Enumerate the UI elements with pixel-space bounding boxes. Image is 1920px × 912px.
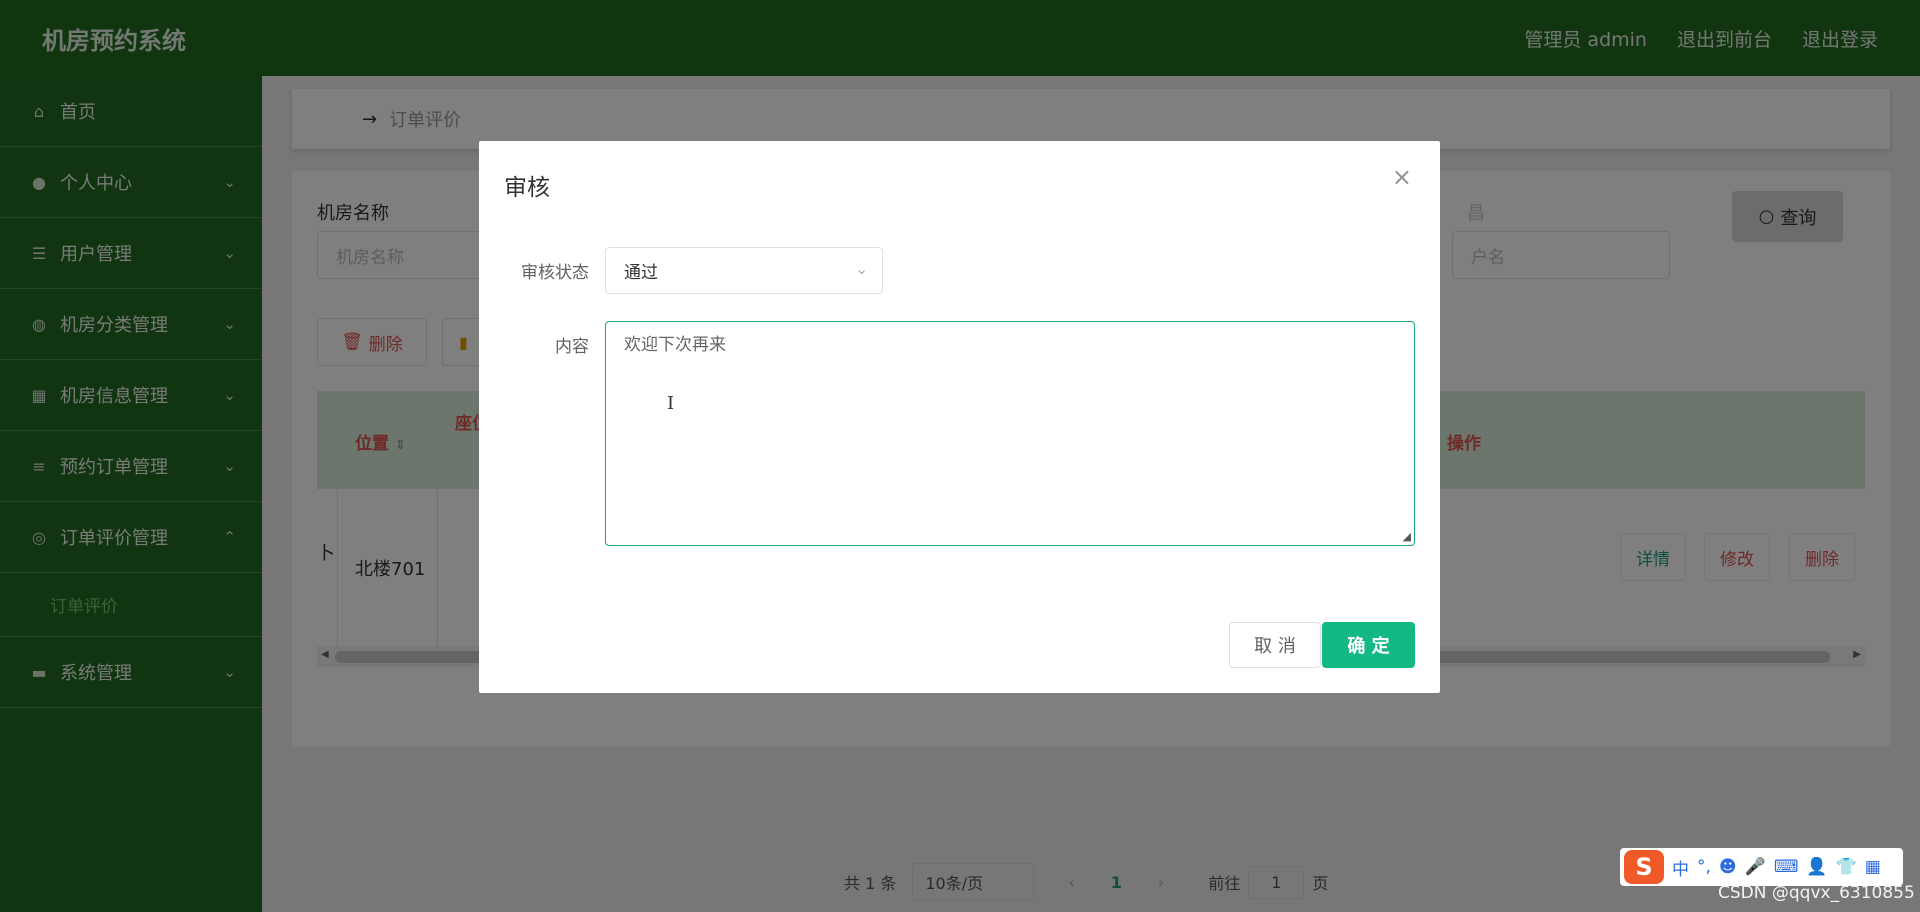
resize-handle-icon[interactable]: ◢ <box>1403 530 1411 543</box>
close-icon[interactable]: × <box>1392 163 1412 191</box>
watermark: CSDN @qqvx_6310855 <box>1718 883 1915 903</box>
review-dialog: 审核 × 审核状态 通过 ⌄ 内容 欢迎下次再来 ◢ I 取 消 确 定 <box>479 141 1440 693</box>
cancel-button[interactable]: 取 消 <box>1229 622 1321 668</box>
dialog-title: 审核 <box>504 175 550 201</box>
text-cursor-icon: I <box>667 393 675 414</box>
confirm-button[interactable]: 确 定 <box>1322 622 1415 668</box>
content-textarea[interactable]: 欢迎下次再来 ◢ <box>605 321 1415 546</box>
ime-toolbar[interactable]: S 中 °, ☻ 🎤 ⌨ 👤 👕 ▦ <box>1620 848 1903 886</box>
sogou-logo-icon[interactable]: S <box>1624 850 1664 884</box>
status-label: 审核状态 <box>521 263 589 283</box>
ime-mode[interactable]: 中 <box>1672 855 1689 880</box>
content-label: 内容 <box>555 337 589 357</box>
user-icon[interactable]: 👤 <box>1806 857 1827 877</box>
microphone-icon[interactable]: 🎤 <box>1745 857 1766 877</box>
chevron-down-icon: ⌄ <box>855 260 868 278</box>
apps-icon[interactable]: ▦ <box>1865 857 1881 877</box>
status-select[interactable]: 通过 ⌄ <box>605 247 883 294</box>
ime-punctuation[interactable]: °, <box>1697 857 1711 877</box>
status-select-value: 通过 <box>624 263 658 283</box>
skin-icon[interactable]: 👕 <box>1836 857 1857 877</box>
content-textarea-text: 欢迎下次再来 <box>624 335 726 355</box>
emoji-icon[interactable]: ☻ <box>1719 857 1737 877</box>
keyboard-icon[interactable]: ⌨ <box>1774 857 1799 877</box>
